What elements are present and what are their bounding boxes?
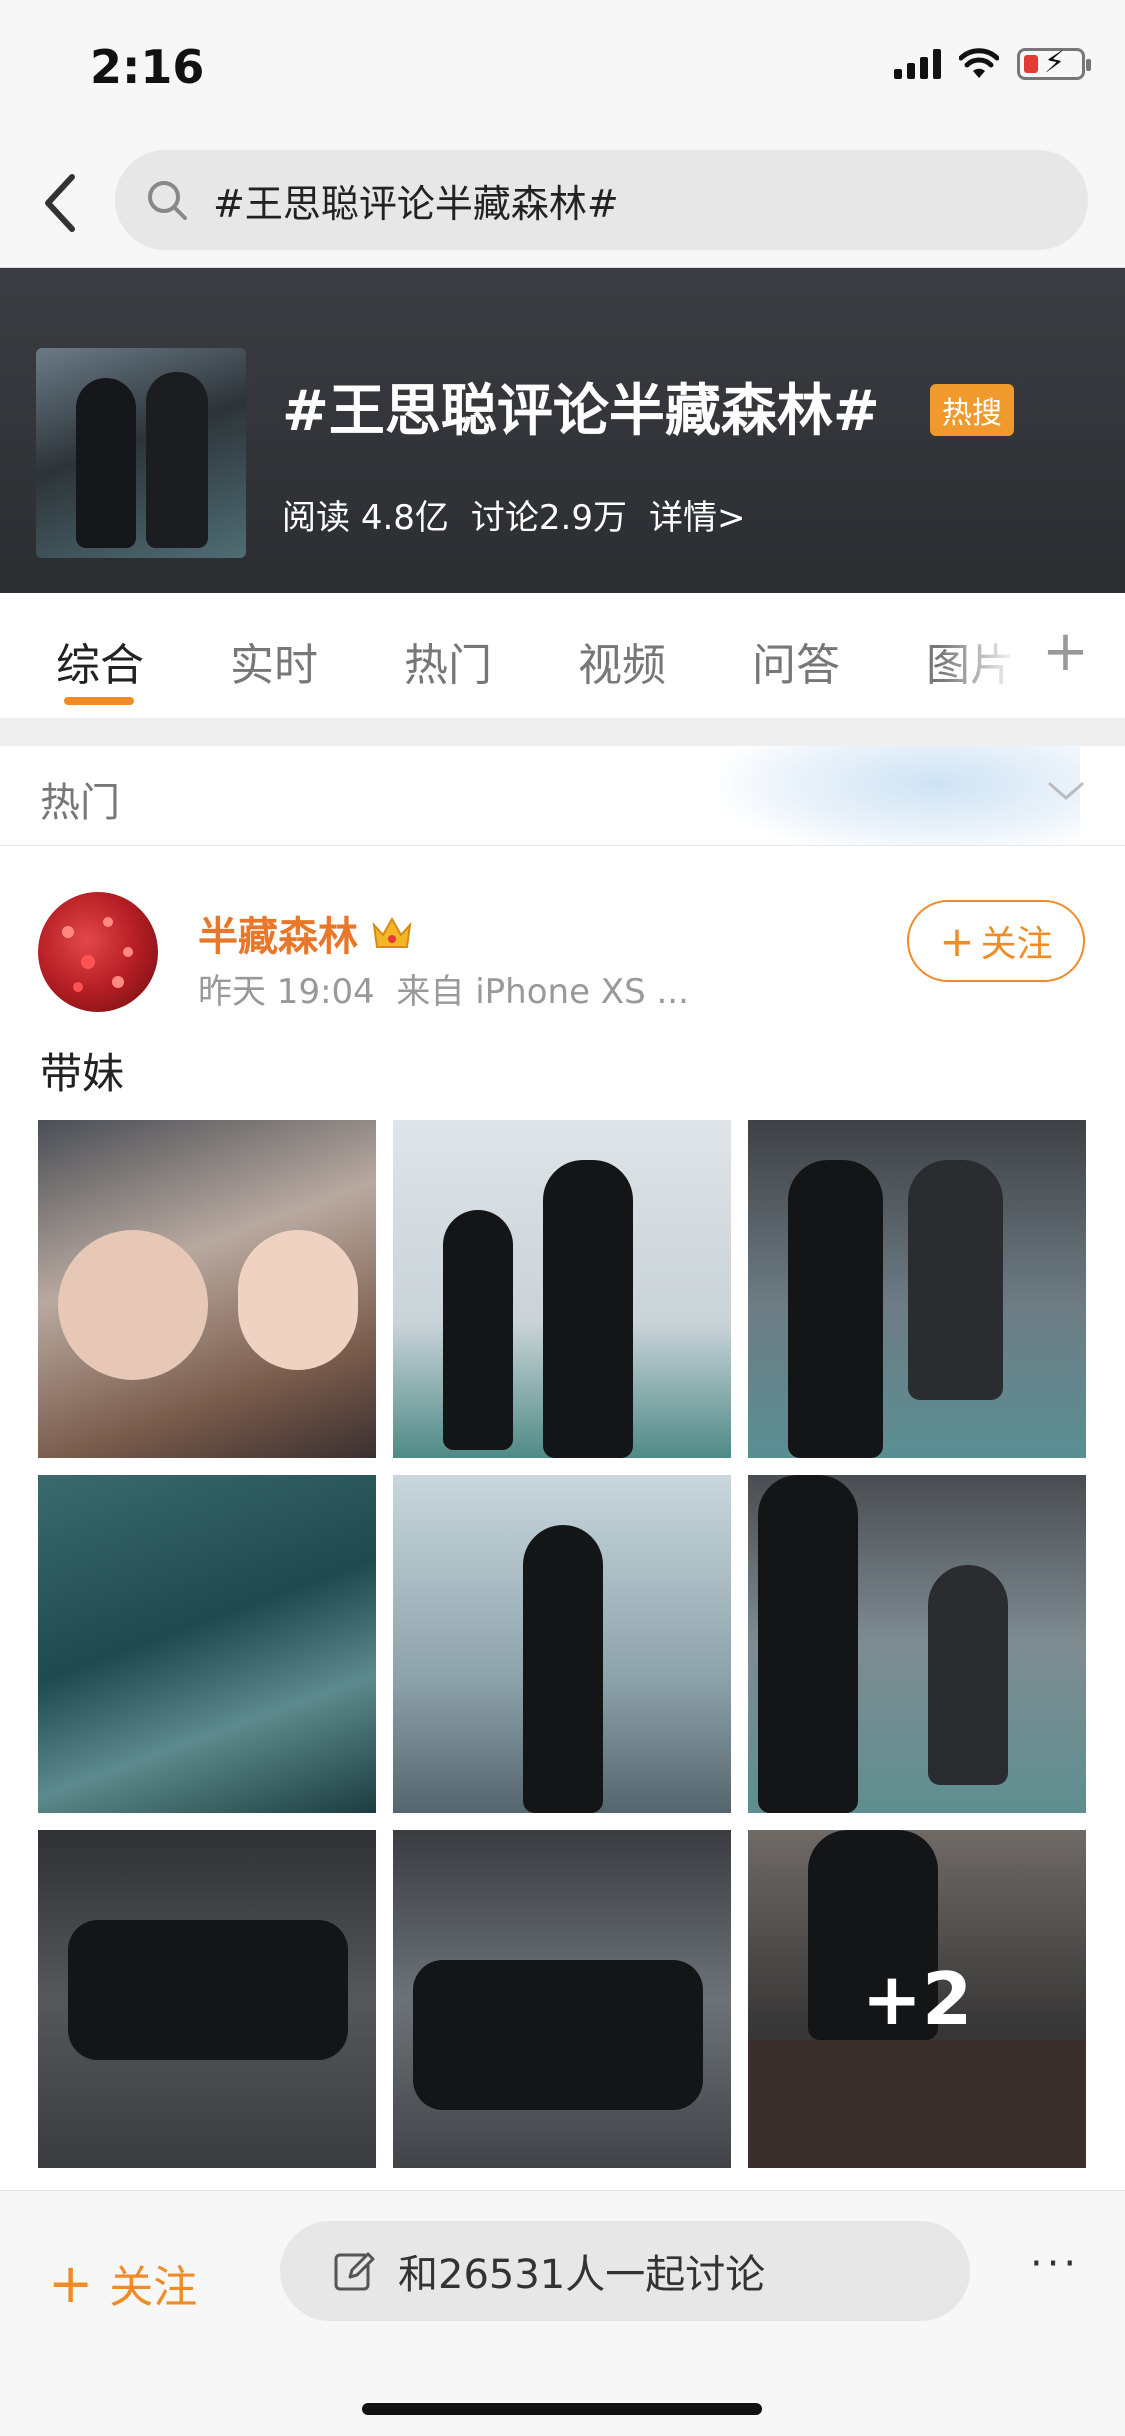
tab-realtime[interactable]: 实时 <box>230 629 318 693</box>
post-text: 带妹 <box>40 1049 125 1098</box>
topic-banner: #王思聪评论半藏森林# 热搜 阅读 4.8亿 讨论2.9万 详情> <box>0 268 1125 593</box>
read-count: 阅读 4.8亿 <box>282 498 449 538</box>
active-tab-indicator <box>64 697 134 705</box>
status-icons: ⚡ <box>894 47 1091 80</box>
bottom-bar: + 关注 和26531人一起讨论 ··· <box>0 2190 1125 2436</box>
image-grid: +2 <box>38 1120 1087 2170</box>
post-image[interactable] <box>393 1475 731 1813</box>
tab-qa[interactable]: 问答 <box>752 629 840 693</box>
post-image[interactable] <box>38 1120 376 1458</box>
post-time: 昨天 19:04 <box>198 972 375 1012</box>
tab-hot[interactable]: 热门 <box>404 629 492 693</box>
topic-stats: 阅读 4.8亿 讨论2.9万 详情> <box>282 490 745 539</box>
chevron-down-icon <box>1048 782 1084 800</box>
status-time: 2:16 <box>90 40 205 94</box>
post-image[interactable] <box>748 1120 1086 1458</box>
battery-icon: ⚡ <box>1017 47 1091 80</box>
discuss-placeholder: 和26531人一起讨论 <box>398 2252 766 2298</box>
author-name[interactable]: 半藏森林 <box>198 904 414 962</box>
post-meta: 昨天 19:04 来自 iPhone XS ... <box>198 964 689 1013</box>
post-image[interactable] <box>748 1475 1086 1813</box>
discuss-count: 讨论2.9万 <box>470 498 627 538</box>
home-indicator <box>362 2403 762 2415</box>
search-icon <box>148 181 187 220</box>
chevron-left-icon <box>45 174 75 232</box>
topic-title: #王思聪评论半藏森林# <box>282 379 880 444</box>
topic-thumbnail[interactable] <box>36 348 246 558</box>
tab-bar: 综合 实时 热门 视频 问答 图片 + <box>0 593 1125 718</box>
discuss-input[interactable]: 和26531人一起讨论 <box>280 2221 970 2321</box>
plus-icon: + <box>939 916 975 966</box>
more-icon[interactable]: ··· <box>1030 2241 1080 2287</box>
post-image[interactable] <box>393 1120 731 1458</box>
post-image[interactable] <box>38 1475 376 1813</box>
search-input[interactable]: #王思聪评论半藏森林# <box>115 150 1088 250</box>
crown-icon <box>372 916 412 948</box>
search-header: #王思聪评论半藏森林# <box>0 140 1125 268</box>
tab-video[interactable]: 视频 <box>578 629 666 693</box>
tab-comprehensive[interactable]: 综合 <box>56 629 144 693</box>
cellular-signal-icon <box>894 49 941 79</box>
post-source: 来自 iPhone XS ... <box>396 972 689 1012</box>
section-label: 热门 <box>40 780 120 826</box>
more-images-count: +2 <box>861 1957 973 2041</box>
post-image[interactable]: +2 <box>748 1830 1086 2168</box>
add-tab-icon[interactable]: + <box>1042 619 1089 684</box>
back-button[interactable] <box>30 168 90 238</box>
avatar[interactable] <box>38 892 158 1012</box>
status-bar: 2:16 ⚡ <box>0 0 1125 140</box>
divider <box>0 718 1125 746</box>
wifi-icon <box>959 48 999 78</box>
search-query: #王思聪评论半藏森林# <box>213 181 619 226</box>
section-header[interactable]: 热门 <box>0 746 1125 846</box>
details-link[interactable]: 详情> <box>649 490 746 539</box>
post-image[interactable] <box>38 1830 376 2168</box>
plus-icon: + <box>48 2251 94 2315</box>
post-image[interactable] <box>393 1830 731 2168</box>
follow-button[interactable]: + 关注 <box>907 900 1085 982</box>
hot-search-badge: 热搜 <box>930 384 1014 436</box>
bottom-follow-button[interactable]: + 关注 <box>48 2251 197 2315</box>
edit-icon <box>334 2252 375 2291</box>
